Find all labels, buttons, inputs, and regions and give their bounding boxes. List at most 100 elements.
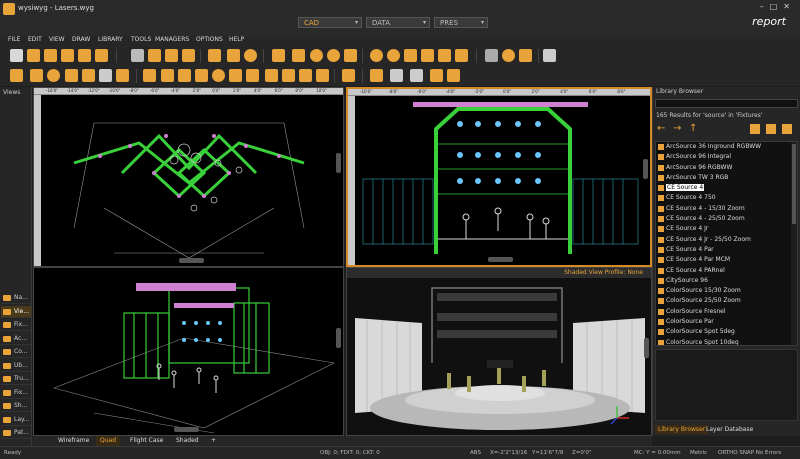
- rectangle-icon[interactable]: [65, 69, 78, 82]
- library-item[interactable]: ArcSource 96 Integral: [656, 152, 797, 162]
- export-icon[interactable]: [782, 124, 792, 134]
- orbit-icon[interactable]: [502, 49, 515, 62]
- circle-icon[interactable]: [47, 69, 60, 82]
- text-icon[interactable]: [99, 69, 112, 82]
- print-icon[interactable]: [78, 49, 91, 62]
- menu-help[interactable]: HELP: [229, 36, 244, 43]
- maximize-icon[interactable]: □: [770, 2, 784, 11]
- zoom-out-icon[interactable]: [327, 49, 340, 62]
- menu-tools[interactable]: TOOLS: [131, 36, 151, 43]
- view-item[interactable]: Tru...: [1, 373, 31, 385]
- cylinder-icon[interactable]: [178, 69, 191, 82]
- report-link[interactable]: report: [752, 15, 786, 28]
- zoom-fit-icon[interactable]: [421, 49, 434, 62]
- vertical-scrollbar[interactable]: [336, 153, 341, 173]
- horizontal-scrollbar[interactable]: [174, 427, 199, 432]
- mode-pres-button[interactable]: PRES ▾: [434, 17, 488, 28]
- render-image-icon[interactable]: [543, 49, 556, 62]
- view-item[interactable]: Ub...: [1, 360, 31, 372]
- library-item[interactable]: CE Source 4 Jr - 25/50 Zoom: [656, 235, 797, 245]
- library-item[interactable]: ColorSource 15/30 Zoom: [656, 286, 797, 296]
- add-item-icon[interactable]: [766, 124, 776, 134]
- library-search-input[interactable]: [655, 99, 798, 108]
- library-item[interactable]: CE Source 4 Par: [656, 245, 797, 255]
- vertical-scrollbar[interactable]: [336, 328, 341, 348]
- library-item[interactable]: ArcSource 96 RGBWW: [656, 163, 797, 173]
- paste-icon[interactable]: [165, 49, 178, 62]
- menu-draw[interactable]: DRAW: [72, 36, 90, 43]
- library-item[interactable]: ColorSource 25/50 Zoom: [656, 296, 797, 306]
- viewport-shaded[interactable]: Shaded View Profile: None: [346, 267, 652, 436]
- extrude-icon[interactable]: [229, 69, 242, 82]
- menu-options[interactable]: OPTIONS: [196, 36, 223, 43]
- camera-icon[interactable]: [447, 69, 460, 82]
- vertical-scrollbar[interactable]: [643, 159, 648, 179]
- move-icon[interactable]: [272, 49, 285, 62]
- new-file-icon[interactable]: [10, 49, 23, 62]
- label-icon[interactable]: [246, 69, 259, 82]
- library-item[interactable]: CE Source 4 - 25/50 Zoom: [656, 214, 797, 224]
- plate-icon[interactable]: [143, 69, 156, 82]
- horizontal-scrollbar[interactable]: [179, 258, 204, 263]
- mode-cad-button[interactable]: CAD ▾: [298, 17, 362, 28]
- save-icon[interactable]: [44, 49, 57, 62]
- cut-icon[interactable]: [131, 49, 144, 62]
- view-item[interactable]: Fix...: [1, 387, 31, 399]
- zoom-extents-icon[interactable]: [344, 49, 357, 62]
- menu-library[interactable]: LIBRARY: [98, 36, 123, 43]
- import-icon[interactable]: [95, 49, 108, 62]
- projector-icon[interactable]: [390, 69, 403, 82]
- viewport-top-plan[interactable]: -16'0" -14'0" -12'0" -10'0" -8'0" -6'0" -4'0" -…: [33, 87, 344, 267]
- dimension-icon[interactable]: [116, 69, 129, 82]
- fixture-icon[interactable]: [342, 69, 355, 82]
- zoom-previous-icon[interactable]: [370, 49, 383, 62]
- mode-data-button[interactable]: DATA ▾: [366, 17, 430, 28]
- center-icon[interactable]: [455, 49, 468, 62]
- menu-file[interactable]: FILE: [8, 36, 20, 43]
- vertical-scrollbar[interactable]: [644, 338, 649, 358]
- library-item[interactable]: CE Source 4 Jr: [656, 224, 797, 234]
- library-item[interactable]: CE Source 4 Par MCM: [656, 255, 797, 265]
- tab-layer-database[interactable]: Layer Database: [703, 425, 756, 434]
- add-tab-button[interactable]: +: [207, 436, 220, 446]
- zoom-selection-icon[interactable]: [387, 49, 400, 62]
- viewport-isometric[interactable]: [33, 267, 344, 436]
- fit-view-icon[interactable]: [438, 49, 451, 62]
- library-item[interactable]: ColorSource Par: [656, 317, 797, 327]
- library-item[interactable]: ColorSource Fresnel: [656, 307, 797, 317]
- save-all-icon[interactable]: [61, 49, 74, 62]
- library-item[interactable]: ArcSource TW 3 RGB: [656, 173, 797, 183]
- forward-arrow-icon[interactable]: →: [673, 123, 685, 135]
- viewport-front-elevation[interactable]: -10'0" -8'0" -6'0" -4'0" -2'0" 0'0" 2'0" 4'0" 6'…: [346, 87, 652, 267]
- view-item[interactable]: Pat...: [1, 427, 31, 439]
- polygon-icon[interactable]: [82, 69, 95, 82]
- bridle-icon[interactable]: [316, 69, 329, 82]
- refresh-icon[interactable]: [244, 49, 257, 62]
- tab-library-browser[interactable]: Library Browser: [655, 425, 709, 434]
- menu-managers[interactable]: MANAGERS: [155, 36, 189, 43]
- tab-quad[interactable]: Quad: [96, 436, 121, 446]
- library-item[interactable]: ColorSource Spot 5deg: [656, 327, 797, 337]
- open-folder-icon[interactable]: [27, 49, 40, 62]
- walk-icon[interactable]: [519, 49, 532, 62]
- screen-icon[interactable]: [410, 69, 423, 82]
- library-item[interactable]: CE Source 4: [656, 183, 797, 193]
- point-icon[interactable]: [10, 69, 23, 82]
- tab-flight-case[interactable]: Flight Case: [126, 436, 167, 446]
- box-icon[interactable]: [161, 69, 174, 82]
- pan-hand-icon[interactable]: [485, 49, 498, 62]
- library-item[interactable]: ArcSource 36 Inground RGBWW: [656, 142, 797, 152]
- view-item[interactable]: Lay...: [1, 414, 31, 426]
- library-list[interactable]: ArcSource 36 Inground RGBWW ArcSource 96 …: [655, 141, 798, 346]
- menu-edit[interactable]: EDIT: [28, 36, 42, 43]
- window-controls[interactable]: –□✕: [760, 2, 796, 11]
- undo-icon[interactable]: [208, 49, 221, 62]
- redo-icon[interactable]: [227, 49, 240, 62]
- video-wall-icon[interactable]: [430, 69, 443, 82]
- library-item[interactable]: CE Source 4 750: [656, 193, 797, 203]
- view-item[interactable]: Na...: [1, 292, 31, 304]
- back-arrow-icon[interactable]: ←: [657, 123, 669, 135]
- menu-view[interactable]: VIEW: [49, 36, 65, 43]
- paste-special-icon[interactable]: [182, 49, 195, 62]
- view-item[interactable]: Co...: [1, 346, 31, 358]
